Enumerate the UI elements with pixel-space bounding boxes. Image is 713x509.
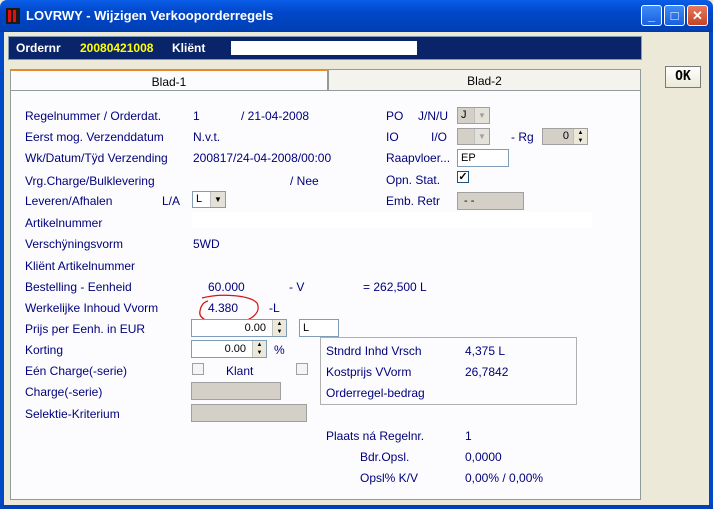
bestelling-total: = 262,500 L: [363, 280, 427, 294]
app-icon[interactable]: [6, 8, 20, 24]
eerst-verzenddatum-label: Eerst mog. Verzenddatum: [25, 130, 164, 144]
po-select-value: J: [461, 109, 467, 121]
io-label: IO: [386, 130, 399, 144]
opn-stat-label: Opn. Stat.: [386, 173, 441, 187]
ordernr-label: Ordernr: [16, 41, 61, 55]
close-button[interactable]: ✕: [687, 5, 708, 26]
vrg-charge-value: / Nee: [290, 174, 319, 188]
maximize-icon: □: [670, 8, 679, 23]
prijs-unit-value: L: [303, 322, 310, 334]
bdr-opsl-label: Bdr.Opsl.: [360, 450, 410, 464]
opn-stat-checkbox[interactable]: ✓: [457, 171, 469, 183]
window-border-left: [0, 32, 4, 509]
prijs-unit-field[interactable]: L: [299, 319, 339, 337]
client-value-field: [231, 41, 417, 55]
rg-label: - Rg: [511, 130, 534, 144]
plaats-regelnr-label: Plaats ná Regelnr.: [326, 429, 425, 443]
bdr-opsl-value: 0,0000: [465, 450, 502, 464]
leveren-afhalen-label: Leveren/Afhalen: [25, 194, 113, 208]
plaats-regelnr-value: 1: [465, 429, 472, 443]
io-select[interactable]: ▼: [457, 128, 490, 145]
klient-artikelnummer-label: Kliënt Artikelnummer: [25, 259, 136, 273]
emb-retr-value: - -: [464, 195, 475, 207]
korting-input[interactable]: 0.00 ▲ ▼: [191, 340, 267, 358]
prijs-input[interactable]: 0.00 ▲ ▼: [191, 319, 287, 337]
verzending-value: 200817/24-04-2008/00:00: [193, 151, 332, 165]
kostprijs-label: Kostprijs VVorm: [326, 365, 412, 379]
artikelnummer-value: [192, 212, 592, 228]
selektie-kriterium-label: Selektie-Kriterium: [25, 407, 120, 421]
rg-input-value: 0: [562, 130, 569, 142]
charge-serie-label: Charge(-serie): [25, 385, 103, 399]
orderregel-bedrag-label: Orderregel-bedrag: [326, 386, 425, 400]
verzending-label: Wk/Datum/Tÿd Verzending: [25, 151, 168, 165]
rg-spinner[interactable]: ▲ ▼: [573, 129, 587, 144]
opsl-kv-label: Opsl% K/V: [360, 471, 419, 485]
prijs-label: Prijs per Eenh. in EUR: [25, 322, 146, 336]
vrg-charge-label: Vrg.Charge/Bulklevering: [25, 174, 155, 188]
emb-retr-label: Emb. Retr: [386, 194, 441, 208]
rg-input[interactable]: 0 ▲ ▼: [542, 128, 588, 145]
korting-label: Korting: [25, 343, 64, 357]
werkelijke-inhoud-unit: -L: [269, 301, 280, 315]
klant-checkbox[interactable]: [296, 363, 308, 375]
po-select[interactable]: J ▼: [457, 107, 490, 124]
window-title: LOVRWY - Wijzigen Verkooporderregels: [26, 8, 274, 23]
verschijningsvorm-value: 5WD: [193, 237, 220, 251]
een-charge-label: Eén Charge(-serie): [25, 364, 128, 378]
po-label: PO: [386, 109, 404, 123]
la-select[interactable]: L ▼: [192, 191, 226, 208]
order-header: Ordernr 20080421008 Kliënt: [8, 36, 642, 60]
window-border-right: [709, 32, 713, 509]
regelnummer-label: Regelnummer / Orderdat.: [25, 109, 162, 123]
la-select-value: L: [196, 193, 203, 205]
la-label: L/A: [162, 194, 181, 208]
minimize-button[interactable]: _: [641, 5, 662, 26]
chevron-down-icon[interactable]: ▼: [210, 192, 225, 207]
client-label: Kliënt: [172, 41, 206, 55]
window-border-bottom: [0, 505, 713, 509]
close-icon: ✕: [692, 8, 703, 23]
verschijningsvorm-label: Verschÿningsvorm: [25, 237, 124, 251]
chevron-down-icon[interactable]: ▼: [474, 129, 489, 144]
ordernr-value: 20080421008: [80, 41, 154, 55]
werkelijke-inhoud-label: Werkelijke Inhoud Vvorm: [25, 301, 159, 315]
raapvloer-input-value: EP: [461, 152, 476, 164]
korting-spinner[interactable]: ▲ ▼: [252, 341, 266, 357]
opsl-kv-value: 0,00% / 0,00%: [465, 471, 544, 485]
bestelling-label: Bestelling - Eenheid: [25, 280, 132, 294]
kostprijs-value: 26,7842: [465, 365, 509, 379]
korting-unit: %: [274, 343, 285, 357]
stndrd-inhd-value: 4,375 L: [465, 344, 506, 358]
raapvloer-input[interactable]: EP: [457, 149, 509, 167]
korting-input-value: 0.00: [224, 343, 246, 355]
eerst-verzenddatum-value: N.v.t.: [193, 130, 221, 144]
artikelnummer-label: Artikelnummer: [25, 216, 103, 230]
io-sub-label: I/O: [431, 130, 448, 144]
tab-blad-1[interactable]: Blad-1: [10, 69, 328, 91]
minimize-icon: _: [647, 8, 656, 23]
jnu-label: J/N/U: [418, 109, 448, 123]
emb-retr-field: - -: [457, 192, 524, 210]
prijs-input-value: 0.00: [244, 322, 266, 334]
charge-serie-field[interactable]: [191, 382, 281, 400]
prijs-spinner[interactable]: ▲ ▼: [272, 320, 286, 336]
tab-blad-2[interactable]: Blad-2: [328, 69, 641, 91]
klant-label: Klant: [226, 364, 254, 378]
raapvloer-label: Raapvloer...: [386, 151, 451, 165]
chevron-down-icon[interactable]: ▼: [474, 108, 489, 123]
selektie-kriterium-field[interactable]: [191, 404, 307, 422]
regelnummer-value: 1: [193, 109, 200, 123]
title-bar: LOVRWY - Wijzigen Verkooporderregels _ □…: [0, 0, 713, 32]
een-charge-checkbox[interactable]: [192, 363, 204, 375]
orderdatum-value: / 21-04-2008: [241, 109, 310, 123]
stndrd-inhd-label: Stndrd Inhd Vrsch: [326, 344, 422, 358]
maximize-button[interactable]: □: [664, 5, 685, 26]
ok-button[interactable]: OK: [665, 66, 701, 88]
bestelling-value: 60.000: [208, 280, 245, 294]
bestelling-unit: - V: [289, 280, 305, 294]
